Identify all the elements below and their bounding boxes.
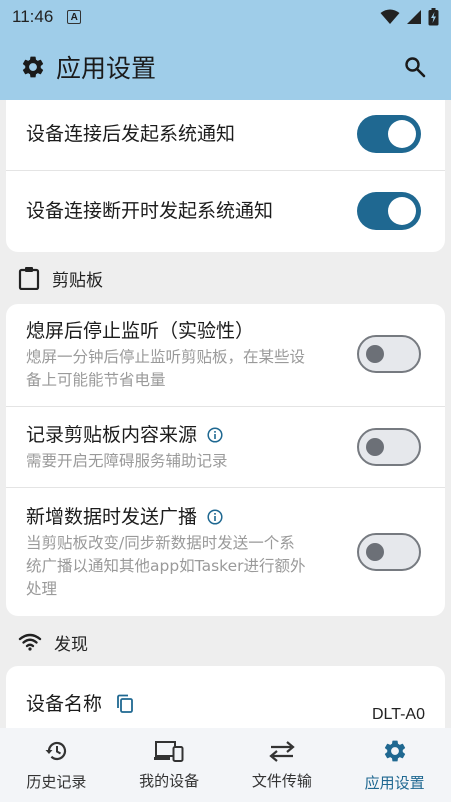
nav-history[interactable]: 历史记录 bbox=[0, 728, 113, 802]
setting-title: 设备名称 bbox=[26, 691, 346, 717]
setting-notify-on-disconnect[interactable]: 设备连接断开时发起系统通知 bbox=[6, 171, 445, 251]
section-title: 发现 bbox=[54, 634, 88, 655]
discovery-section-header: 发现 bbox=[18, 628, 88, 656]
nav-my-devices[interactable]: 我的设备 bbox=[113, 728, 226, 802]
discovery-settings-card: 设备名称 DLT-A0 bbox=[6, 666, 445, 728]
devices-icon bbox=[154, 740, 184, 762]
gear-icon bbox=[22, 56, 44, 78]
nav-label: 我的设备 bbox=[139, 771, 200, 790]
setting-title: 设备连接断开时发起系统通知 bbox=[26, 200, 274, 222]
settings-list[interactable]: 设备连接后发起系统通知 设备连接断开时发起系统通知 剪贴板 熄屏后停止监听（实验… bbox=[0, 100, 451, 728]
setting-stop-on-screen-off[interactable]: 熄屏后停止监听（实验性） 熄屏一分钟后停止监听剪贴板，在某些设 备上可能能节省电… bbox=[6, 304, 445, 406]
connection-settings-card: 设备连接后发起系统通知 设备连接断开时发起系统通知 bbox=[6, 100, 445, 252]
setting-subtitle: 当剪贴板改变/同步新数据时发送一个系 统广播以通知其他app如Tasker进行额… bbox=[26, 533, 306, 598]
gear-icon bbox=[384, 740, 405, 761]
wifi-status-icon bbox=[380, 9, 400, 24]
setting-title: 熄屏后停止监听（实验性） bbox=[26, 320, 255, 342]
switch-knob bbox=[366, 438, 384, 456]
info-icon[interactable] bbox=[207, 508, 223, 525]
device-name-value: DLT-A0 bbox=[371, 706, 425, 723]
search-button[interactable] bbox=[401, 53, 429, 81]
setting-subtitle: 需要开启无障碍服务辅助记录 bbox=[26, 451, 228, 470]
status-bar: 11:46 A bbox=[0, 0, 451, 34]
battery-icon bbox=[428, 8, 439, 26]
page-title: 应用设置 bbox=[56, 54, 157, 83]
app-bar: 应用设置 bbox=[0, 34, 451, 100]
setting-device-name[interactable]: 设备名称 DLT-A0 bbox=[6, 666, 445, 728]
info-icon[interactable] bbox=[207, 426, 223, 443]
nav-label: 应用设置 bbox=[364, 773, 425, 792]
notification-icon: A bbox=[67, 10, 82, 24]
notify-on-connect-switch[interactable] bbox=[357, 115, 421, 153]
setting-title: 设备连接后发起系统通知 bbox=[26, 123, 236, 145]
clipboard-section-header: 剪贴板 bbox=[18, 264, 103, 292]
setting-notify-on-connect[interactable]: 设备连接后发起系统通知 bbox=[6, 100, 445, 168]
switch-knob bbox=[388, 120, 416, 148]
setting-title: 新增数据时发送广播 bbox=[26, 504, 346, 530]
nav-label: 文件传输 bbox=[251, 771, 312, 790]
setting-record-clipboard-source[interactable]: 记录剪贴板内容来源 需要开启无障碍服务辅助记录 bbox=[6, 407, 445, 487]
nav-app-settings[interactable]: 应用设置 bbox=[338, 728, 451, 802]
status-time: 11:46 bbox=[12, 7, 54, 26]
nav-file-transfer[interactable]: 文件传输 bbox=[226, 728, 339, 802]
search-icon bbox=[405, 57, 426, 78]
switch-knob bbox=[388, 197, 416, 225]
copy-icon[interactable] bbox=[116, 694, 134, 714]
section-title: 剪贴板 bbox=[52, 270, 103, 291]
setting-title: 记录剪贴板内容来源 bbox=[26, 422, 346, 448]
signal-icon bbox=[407, 10, 421, 24]
clipboard-settings-card: 熄屏后停止监听（实验性） 熄屏一分钟后停止监听剪贴板，在某些设 备上可能能节省电… bbox=[6, 304, 445, 616]
stop-on-screen-off-switch[interactable] bbox=[357, 335, 421, 373]
bottom-navigation: 历史记录 我的设备 文件传输 应用设置 bbox=[0, 728, 451, 802]
nav-label: 历史记录 bbox=[26, 772, 87, 791]
switch-knob bbox=[366, 543, 384, 561]
broadcast-on-new-data-switch[interactable] bbox=[357, 533, 421, 571]
switch-knob bbox=[366, 345, 384, 363]
status-indicators bbox=[380, 8, 439, 26]
history-icon bbox=[45, 741, 67, 760]
wifi-icon bbox=[18, 633, 42, 651]
swap-icon bbox=[269, 740, 295, 762]
notify-on-disconnect-switch[interactable] bbox=[357, 192, 421, 230]
setting-broadcast-on-new-data[interactable]: 新增数据时发送广播 当剪贴板改变/同步新数据时发送一个系 统广播以通知其他app… bbox=[6, 488, 445, 616]
clipboard-icon bbox=[18, 267, 40, 290]
record-clipboard-source-switch[interactable] bbox=[357, 428, 421, 466]
setting-subtitle: 熄屏一分钟后停止监听剪贴板，在某些设 备上可能能节省电量 bbox=[26, 348, 306, 389]
